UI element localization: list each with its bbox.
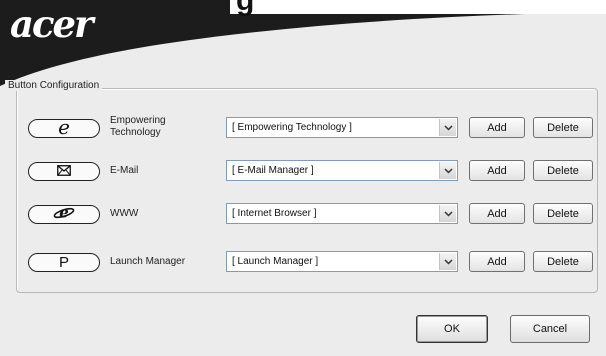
selected-value: [ Empowering Technology ] — [232, 122, 352, 133]
email-button[interactable] — [28, 162, 100, 181]
chevron-down-icon[interactable] — [439, 253, 456, 270]
delete-button[interactable]: Delete — [533, 251, 593, 272]
row-launch-manager: P Launch Manager [ Launch Manager ] Add … — [0, 249, 606, 277]
chevron-down-icon[interactable] — [439, 205, 456, 222]
chevron-down-icon[interactable] — [439, 162, 456, 179]
selected-value: [ Launch Manager ] — [232, 256, 319, 267]
row-label-line1: Empowering — [110, 115, 166, 126]
row-empowering-technology: e Empowering Technology [ Empowering Tec… — [0, 115, 606, 143]
cancel-button[interactable]: Cancel — [510, 315, 590, 343]
p-icon: P — [58, 254, 69, 271]
launch-manager-button[interactable]: P — [28, 253, 100, 272]
e-icon: e — [58, 115, 70, 139]
application-select[interactable]: [ Launch Manager ] — [226, 251, 458, 272]
add-button[interactable]: Add — [469, 251, 525, 272]
www-button[interactable]: e — [28, 203, 100, 225]
row-label: WWW — [110, 208, 139, 219]
delete-button[interactable]: Delete — [533, 117, 593, 138]
add-button[interactable]: Add — [469, 160, 525, 181]
selected-value: [ Internet Browser ] — [232, 208, 317, 219]
group-label: Button Configuration — [5, 80, 103, 91]
application-select[interactable]: [ E-Mail Manager ] — [226, 160, 458, 181]
row-label-line2: Technology — [110, 127, 161, 138]
internet-explorer-icon: e — [53, 203, 75, 225]
envelope-icon — [57, 164, 71, 180]
row-www: e WWW [ Internet Browser ] Add Delete — [0, 201, 606, 229]
row-label: E-Mail — [110, 165, 139, 176]
chevron-down-icon[interactable] — [439, 119, 456, 136]
button-configuration-window: acer g Button Configuration e Empowering… — [0, 0, 606, 356]
add-button[interactable]: Add — [469, 203, 525, 224]
row-label: Launch Manager — [110, 256, 186, 267]
ok-button[interactable]: OK — [416, 315, 488, 343]
application-select[interactable]: [ Empowering Technology ] — [226, 117, 458, 138]
acer-logo: acer — [10, 2, 94, 46]
row-email: E-Mail [ E-Mail Manager ] Add Delete — [0, 158, 606, 186]
svg-text:e: e — [59, 205, 69, 221]
application-select[interactable]: [ Internet Browser ] — [226, 203, 458, 224]
add-button[interactable]: Add — [469, 117, 525, 138]
selected-value: [ E-Mail Manager ] — [232, 165, 314, 176]
empowering-button[interactable]: e — [28, 115, 100, 139]
delete-button[interactable]: Delete — [533, 160, 593, 181]
window-title-fragment: g — [236, 0, 255, 17]
delete-button[interactable]: Delete — [533, 203, 593, 224]
row-label: Empowering Technology — [110, 115, 166, 139]
